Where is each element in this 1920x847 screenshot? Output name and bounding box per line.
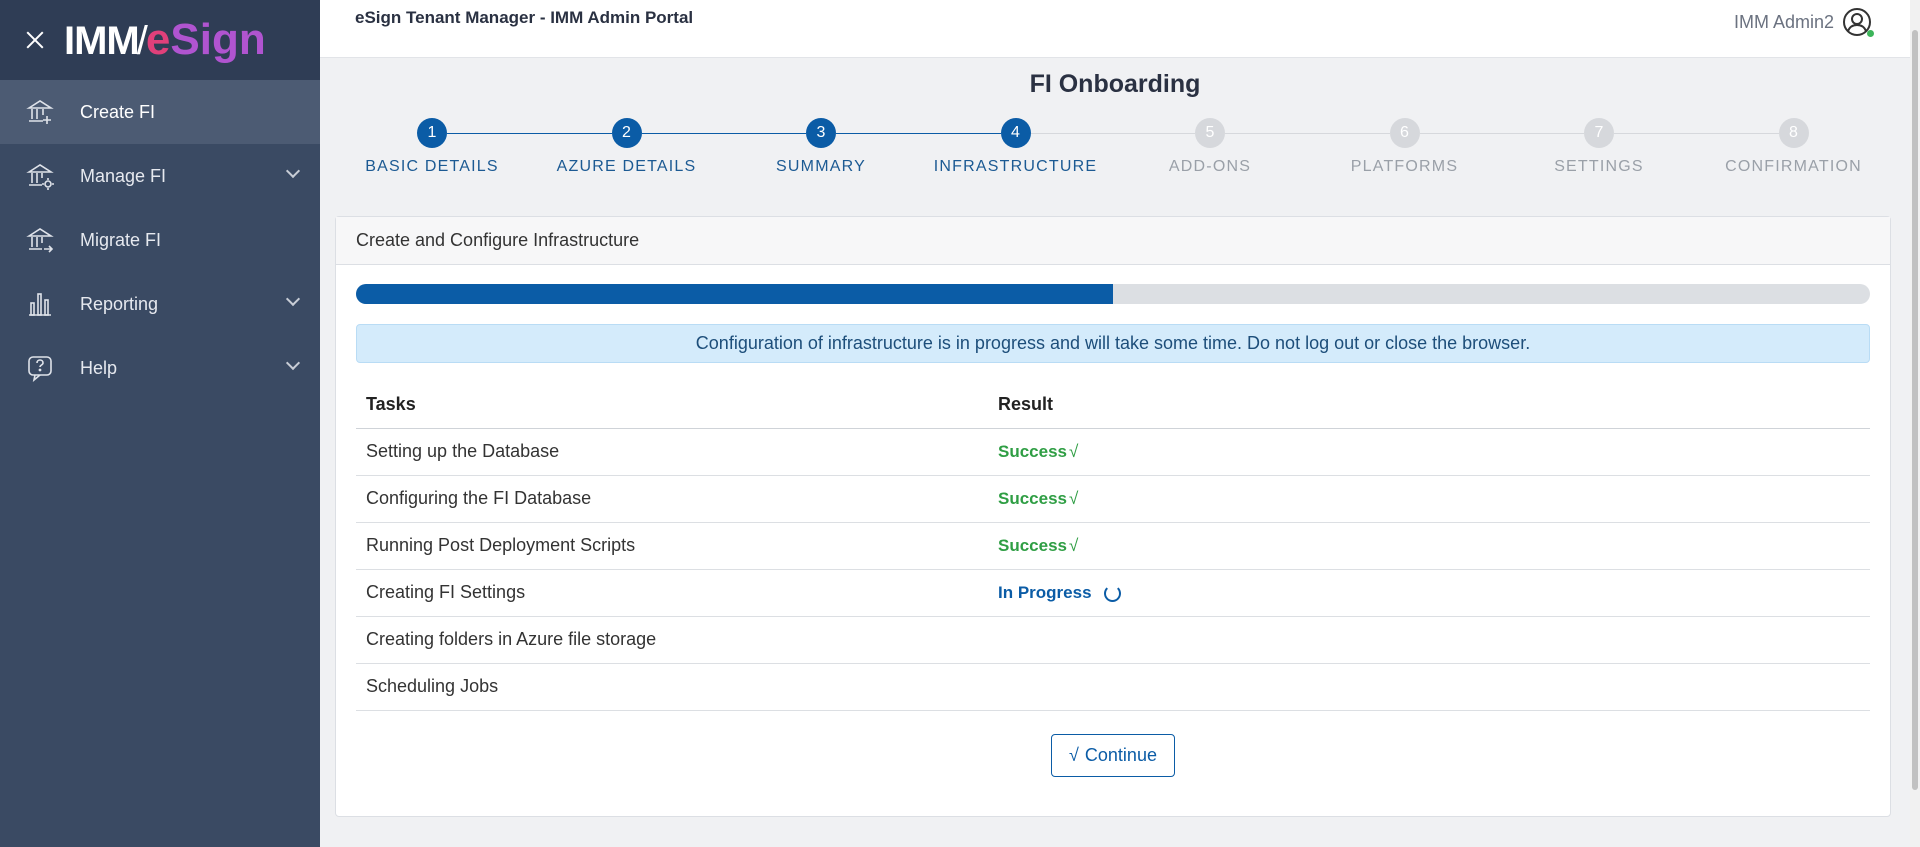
task-result: Success √ (988, 475, 1870, 523)
task-name: Creating FI Settings (356, 569, 988, 617)
sidebar-item-label: Manage FI (80, 165, 167, 186)
check-icon: √ (1069, 442, 1079, 461)
table-row: Running Post Deployment Scripts Success √ (356, 522, 1870, 570)
task-name: Scheduling Jobs (356, 663, 988, 711)
task-result: In Progress (988, 569, 1870, 617)
step-number: 4 (1000, 118, 1031, 148)
step-label: BASIC DETAILS (365, 158, 499, 175)
table-row: Creating FI Settings In Progress (356, 569, 1870, 617)
column-header-tasks: Tasks (356, 381, 988, 429)
spinner-icon (1103, 584, 1121, 602)
sidebar-header: IMM / eSign (0, 0, 320, 80)
step-number: 3 (806, 118, 836, 148)
step-number: 7 (1584, 118, 1614, 148)
infrastructure-card: Create and Configure Infrastructure Conf… (335, 216, 1891, 817)
sidebar-item-manage-fi[interactable]: Manage FI (0, 144, 320, 208)
top-bar: eSign Tenant Manager - IMM Admin Portal … (320, 0, 1920, 58)
task-result: Success √ (988, 522, 1870, 570)
bar-chart-icon (26, 290, 54, 318)
sidebar-nav: Create FI Manage FI Migrate FI Reporting Hel… (0, 80, 320, 400)
task-result (988, 663, 1870, 711)
user-menu[interactable]: IMM Admin2 (1733, 7, 1874, 37)
chevron-down-icon[interactable] (285, 291, 301, 307)
step-1[interactable]: 1 BASIC DETAILS (342, 118, 522, 176)
sidebar-item-migrate-fi[interactable]: Migrate FI (0, 208, 320, 272)
help-icon (26, 354, 54, 382)
online-status-dot (1867, 30, 1874, 37)
sidebar-item-help[interactable]: Help (0, 336, 320, 400)
progress-bar (356, 284, 1870, 304)
step-8[interactable]: 8 CONFIRMATION (1704, 118, 1884, 176)
step-label: ADD-ONS (1168, 158, 1252, 175)
step-label: AZURE DETAILS (556, 158, 697, 175)
table-row: Scheduling Jobs (356, 663, 1870, 711)
step-3[interactable]: 3 SUMMARY (731, 118, 911, 176)
step-label: INFRASTRUCTURE (933, 158, 1098, 175)
column-header-result: Result (988, 381, 1870, 429)
table-header-row: Tasks Result (356, 381, 1870, 429)
sidebar-item-reporting[interactable]: Reporting (0, 272, 320, 336)
sidebar-item-label: Migrate FI (80, 229, 162, 250)
app-title: eSign Tenant Manager - IMM Admin Portal (355, 8, 694, 27)
tasks-table: Tasks Result Setting up the Database Succ… (356, 381, 1870, 711)
task-name: Creating folders in Azure file storage (356, 616, 988, 664)
sidebar-item-label: Create FI (80, 101, 156, 122)
task-name: Configuring the FI Database (356, 475, 988, 523)
close-icon[interactable] (24, 29, 46, 51)
chevron-down-icon[interactable] (285, 163, 301, 179)
status-in-progress: In Progress (998, 583, 1121, 603)
continue-button-label: Continue (1084, 745, 1157, 765)
step-label: SUMMARY (776, 158, 866, 175)
task-name: Running Post Deployment Scripts (356, 522, 988, 570)
bank-settings-icon (26, 162, 54, 190)
step-number: 1 (417, 118, 447, 148)
task-name: Setting up the Database (356, 428, 988, 476)
chevron-down-icon[interactable] (285, 355, 301, 371)
user-avatar-icon (1842, 7, 1874, 37)
page-title: FI Onboarding (1029, 70, 1201, 98)
check-icon: √ (1069, 489, 1079, 508)
step-7[interactable]: 7 SETTINGS (1509, 118, 1689, 176)
check-icon: √ (1069, 536, 1079, 555)
task-result: Success √ (988, 428, 1870, 476)
sidebar: IMM / eSign Create FI Manage FI Migrate FI… (0, 0, 320, 847)
step-2[interactable]: 2 AZURE DETAILS (537, 118, 717, 176)
check-icon: √ (1069, 745, 1079, 765)
step-4[interactable]: 4 INFRASTRUCTURE (926, 118, 1106, 176)
scrollbar[interactable] (1910, 0, 1920, 847)
status-success: Success √ (998, 442, 1079, 461)
logo-esign: eSign (145, 15, 266, 64)
user-name: IMM Admin2 (1733, 11, 1834, 32)
info-alert: Configuration of infrastructure is in pr… (356, 324, 1870, 363)
progress-bar-fill (356, 284, 1113, 304)
table-row: Configuring the FI Database Success √ (356, 475, 1870, 523)
card-title: Create and Configure Infrastructure (336, 217, 1890, 265)
table-row: Setting up the Database Success √ (356, 428, 1870, 476)
scrollbar-thumb[interactable] (1912, 30, 1918, 790)
step-number: 2 (611, 118, 642, 148)
logo: IMM / eSign (64, 18, 266, 62)
status-success: Success √ (998, 536, 1079, 555)
table-row: Creating folders in Azure file storage (356, 616, 1870, 664)
step-5[interactable]: 5 ADD-ONS (1120, 118, 1300, 176)
step-label: PLATFORMS (1350, 158, 1459, 175)
logo-imm: IMM (64, 19, 140, 63)
sidebar-item-create-fi[interactable]: Create FI (0, 80, 320, 144)
step-number: 5 (1195, 118, 1225, 148)
step-label: CONFIRMATION (1725, 158, 1862, 175)
task-result (988, 616, 1870, 664)
step-number: 8 (1778, 118, 1809, 148)
bank-add-icon (26, 98, 54, 126)
sidebar-item-label: Help (80, 357, 118, 378)
step-number: 6 (1389, 118, 1420, 148)
status-success: Success √ (998, 489, 1079, 508)
bank-migrate-icon (26, 226, 54, 254)
step-label: SETTINGS (1554, 158, 1644, 175)
sidebar-item-label: Reporting (80, 293, 159, 314)
continue-button[interactable]: √ Continue (1051, 734, 1175, 777)
onboarding-stepper: 1 BASIC DETAILS 2 AZURE DETAILS 3 SUMMARY 4 INF… (335, 118, 1895, 188)
step-6[interactable]: 6 PLATFORMS (1315, 118, 1495, 176)
